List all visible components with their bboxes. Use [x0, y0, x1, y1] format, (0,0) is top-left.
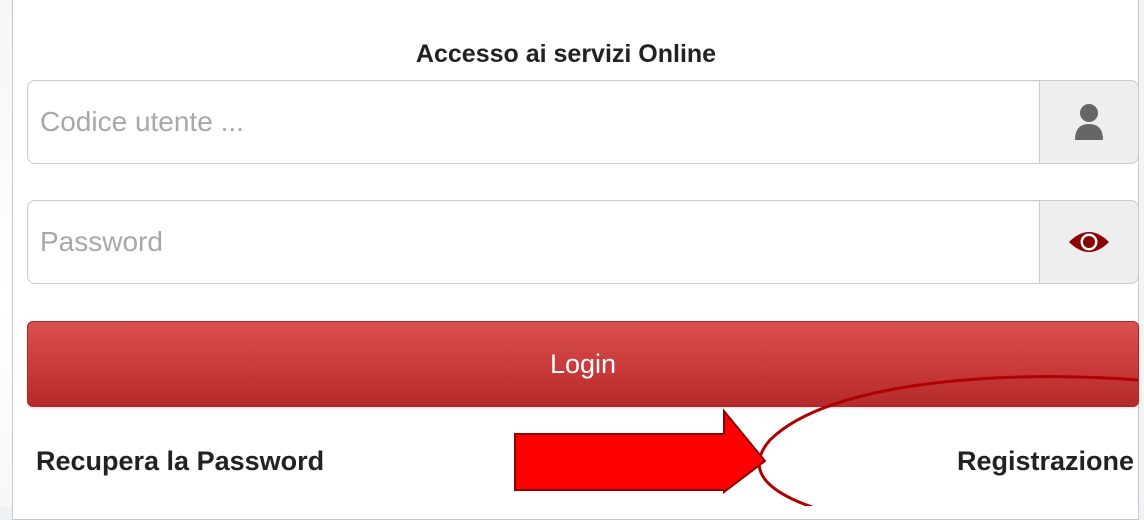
- eye-icon: [1069, 232, 1109, 252]
- recover-password-link[interactable]: Recupera la Password: [36, 446, 324, 477]
- password-input[interactable]: [27, 200, 1039, 284]
- show-password-toggle[interactable]: [1039, 200, 1139, 284]
- username-input[interactable]: [27, 80, 1039, 164]
- registration-link[interactable]: Registrazione: [957, 446, 1134, 477]
- login-button[interactable]: Login: [27, 321, 1139, 407]
- username-input-group: [27, 80, 1139, 164]
- password-input-group: [27, 200, 1139, 284]
- form-title: Accesso ai servizi Online: [415, 40, 717, 68]
- username-addon: [1039, 80, 1139, 164]
- user-icon: [1075, 104, 1103, 140]
